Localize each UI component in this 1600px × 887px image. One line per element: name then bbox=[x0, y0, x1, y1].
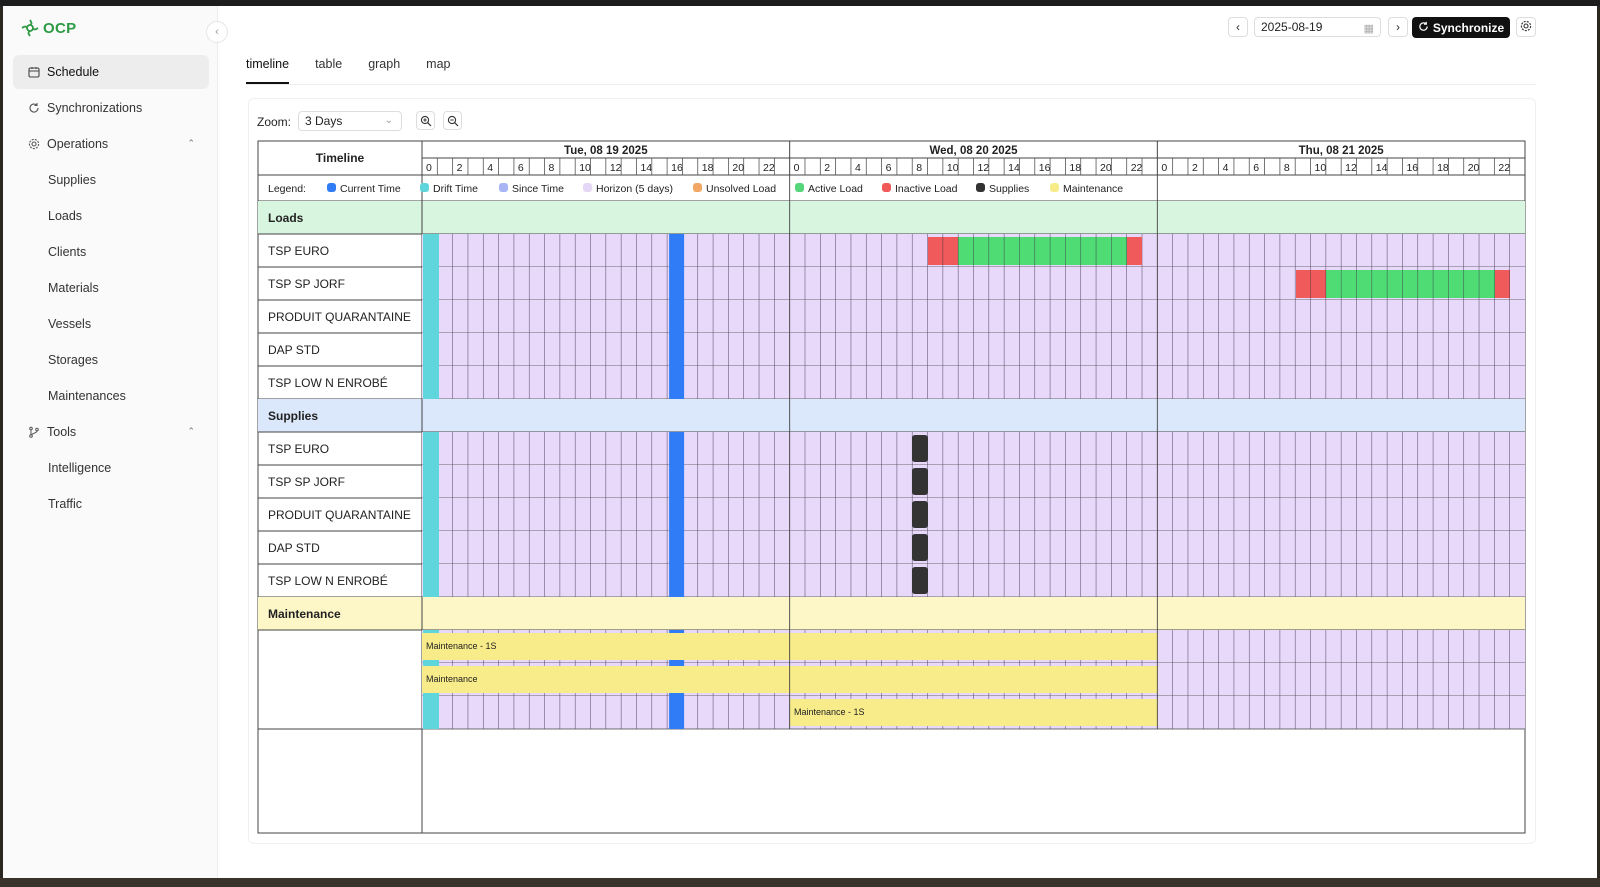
supply-block bbox=[912, 534, 928, 561]
hour-label: 4 bbox=[487, 162, 493, 174]
drift-time-bar bbox=[423, 432, 439, 597]
row-label: TSP EURO bbox=[268, 244, 329, 258]
timeline-grid: Timeline Tue, 08 19 20250 2 4 6 8 10 12 14 16 18 20… bbox=[257, 140, 1526, 834]
maintenance-label: Maintenance - 1S bbox=[426, 641, 497, 651]
hour-label: 0 bbox=[1161, 162, 1167, 174]
current-time-bar bbox=[669, 432, 685, 597]
inactive-load-segment bbox=[1495, 270, 1510, 298]
row-label: TSP SP JORF bbox=[268, 475, 345, 489]
drift-time-bar bbox=[423, 234, 439, 399]
legend-swatch bbox=[420, 183, 429, 192]
legend-item: Since Time bbox=[512, 183, 564, 195]
hour-label: 18 bbox=[1069, 162, 1081, 174]
hour-label: 14 bbox=[1376, 162, 1388, 174]
maintenance-label: Maintenance - 1S bbox=[794, 707, 865, 717]
hour-label: 20 bbox=[1468, 162, 1480, 174]
row-label: TSP LOW N ENROBÉ bbox=[268, 573, 388, 588]
hour-label: 6 bbox=[1253, 162, 1259, 174]
hour-label: 12 bbox=[978, 162, 990, 174]
hour-label: 22 bbox=[1131, 162, 1143, 174]
legend-swatch bbox=[499, 183, 508, 192]
hour-label: 8 bbox=[916, 162, 922, 174]
hour-label: 12 bbox=[610, 162, 622, 174]
row-label: TSP LOW N ENROBÉ bbox=[268, 375, 388, 390]
supply-block bbox=[912, 501, 928, 528]
section-header-bg bbox=[258, 201, 1525, 234]
hour-label: 8 bbox=[549, 162, 555, 174]
legend-swatch bbox=[327, 183, 336, 192]
row-label: DAP STD bbox=[268, 343, 320, 357]
hour-label: 2 bbox=[457, 162, 463, 174]
legend-label: Legend: bbox=[268, 183, 306, 195]
screen-bottom-edge bbox=[0, 878, 1600, 887]
hour-label: 20 bbox=[1100, 162, 1112, 174]
hour-label: 14 bbox=[1008, 162, 1020, 174]
hour-label: 16 bbox=[1039, 162, 1051, 174]
legend-swatch bbox=[583, 183, 592, 192]
legend-swatch bbox=[693, 183, 702, 192]
day-header: Tue, 08 19 2025 bbox=[564, 145, 648, 157]
inactive-load-segment bbox=[1296, 270, 1326, 298]
section-title: Loads bbox=[268, 211, 304, 225]
hour-label: 2 bbox=[824, 162, 830, 174]
supply-block bbox=[912, 567, 928, 594]
current-time-bar bbox=[669, 234, 685, 399]
hour-label: 4 bbox=[855, 162, 861, 174]
inactive-load-segment bbox=[1127, 237, 1142, 265]
legend-item: Maintenance bbox=[1063, 183, 1123, 195]
hour-label: 8 bbox=[1284, 162, 1290, 174]
hour-label: 10 bbox=[579, 162, 591, 174]
hour-label: 18 bbox=[702, 162, 714, 174]
day-header: Thu, 08 21 2025 bbox=[1299, 145, 1385, 157]
hour-label: 16 bbox=[1406, 162, 1418, 174]
section-header-bg bbox=[258, 597, 1525, 630]
legend-item: Active Load bbox=[808, 183, 863, 195]
legend-swatch bbox=[976, 183, 985, 192]
hour-label: 22 bbox=[763, 162, 775, 174]
legend-swatch bbox=[795, 183, 804, 192]
hour-label: 10 bbox=[1315, 162, 1327, 174]
timeline-header-label: Timeline bbox=[316, 151, 365, 165]
hour-label: 22 bbox=[1498, 162, 1510, 174]
legend-item: Inactive Load bbox=[895, 183, 958, 195]
hour-label: 0 bbox=[794, 162, 800, 174]
hour-label: 20 bbox=[732, 162, 744, 174]
maintenance-label: Maintenance bbox=[426, 674, 478, 684]
hour-label: 14 bbox=[640, 162, 652, 174]
hour-label: 18 bbox=[1437, 162, 1449, 174]
hour-label: 6 bbox=[886, 162, 892, 174]
legend-item: Supplies bbox=[989, 183, 1029, 195]
section-title: Supplies bbox=[268, 409, 318, 423]
row-label: PRODUIT QUARANTAINE bbox=[268, 508, 411, 522]
legend-swatch bbox=[882, 183, 891, 192]
hour-label: 6 bbox=[518, 162, 524, 174]
hour-label: 16 bbox=[671, 162, 683, 174]
supply-block bbox=[912, 468, 928, 495]
supply-block bbox=[912, 435, 928, 462]
row-label: PRODUIT QUARANTAINE bbox=[268, 310, 411, 324]
hour-label: 0 bbox=[426, 162, 432, 174]
hour-label: 10 bbox=[947, 162, 959, 174]
legend-item: Horizon (5 days) bbox=[596, 183, 673, 195]
legend-item: Current Time bbox=[340, 183, 401, 195]
legend-swatch bbox=[1050, 183, 1059, 192]
day-header: Wed, 08 20 2025 bbox=[929, 145, 1018, 157]
section-title: Maintenance bbox=[268, 607, 341, 621]
legend-item: Unsolved Load bbox=[706, 183, 776, 195]
section-header-bg bbox=[258, 399, 1525, 432]
active-load-bar bbox=[1296, 270, 1510, 298]
row-label: TSP EURO bbox=[268, 442, 329, 456]
row-label: TSP SP JORF bbox=[268, 277, 345, 291]
row-label: DAP STD bbox=[268, 541, 320, 555]
hour-label: 12 bbox=[1345, 162, 1357, 174]
hour-label: 4 bbox=[1223, 162, 1229, 174]
hour-label: 2 bbox=[1192, 162, 1198, 174]
legend-item: Drift Time bbox=[433, 183, 478, 195]
